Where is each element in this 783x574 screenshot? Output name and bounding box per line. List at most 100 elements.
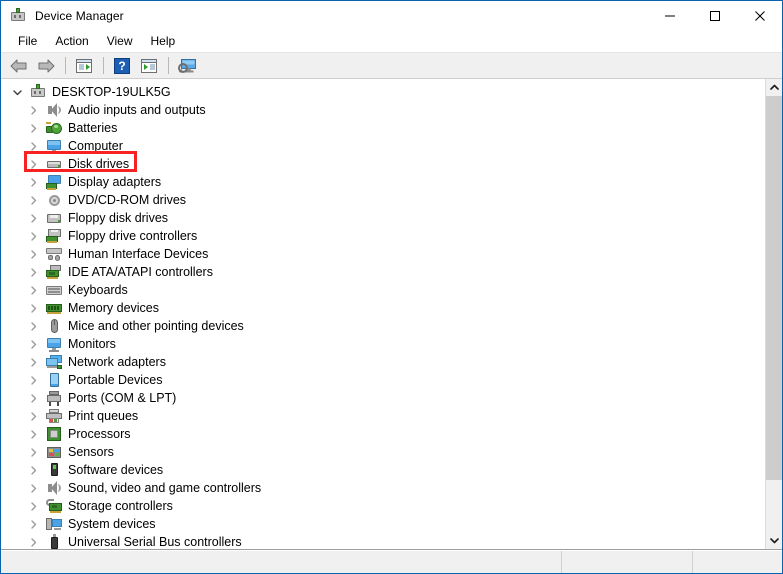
chevron-right-icon[interactable] xyxy=(25,102,41,118)
tree-item-audio-inputs-and-outputs[interactable]: Audio inputs and outputs xyxy=(1,101,765,119)
software-device-icon xyxy=(46,462,62,478)
floppy-disk-icon xyxy=(46,210,62,226)
tree-item-portable-devices[interactable]: Portable Devices xyxy=(1,371,765,389)
tree-item-label: Keyboards xyxy=(68,283,128,297)
device-tree[interactable]: DESKTOP-19ULK5G Audio inputs and outputs… xyxy=(1,79,765,549)
battery-icon xyxy=(46,120,62,136)
chevron-right-icon[interactable] xyxy=(25,246,41,262)
menu-item-action[interactable]: Action xyxy=(46,32,97,51)
tree-item-label: Print queues xyxy=(68,409,139,423)
tree-item-human-interface-devices[interactable]: Human Interface Devices xyxy=(1,245,765,263)
chevron-right-icon[interactable] xyxy=(25,210,41,226)
tree-item-label: Computer xyxy=(68,139,123,153)
chevron-right-icon[interactable] xyxy=(25,354,41,370)
chevron-right-icon[interactable] xyxy=(25,426,41,442)
tree-item-ide-ata-atapi-controllers[interactable]: IDE ATA/ATAPI controllers xyxy=(1,263,765,281)
chevron-right-icon[interactable] xyxy=(25,228,41,244)
tree-root-node[interactable]: DESKTOP-19ULK5G xyxy=(1,83,765,101)
tree-item-label: Storage controllers xyxy=(68,499,173,513)
tree-item-keyboards[interactable]: Keyboards xyxy=(1,281,765,299)
mouse-icon xyxy=(46,318,62,334)
chevron-right-icon[interactable] xyxy=(25,462,41,478)
sensor-icon xyxy=(46,444,62,460)
tree-item-disk-drives[interactable]: Disk drives xyxy=(1,155,765,173)
chevron-right-icon[interactable] xyxy=(25,408,41,424)
scroll-up-button[interactable] xyxy=(766,79,782,96)
menu-item-view[interactable]: View xyxy=(98,32,142,51)
tree-item-display-adapters[interactable]: Display adapters xyxy=(1,173,765,191)
tree-item-label: Processors xyxy=(68,427,131,441)
chevron-right-icon[interactable] xyxy=(25,390,41,406)
menu-item-help[interactable]: Help xyxy=(142,32,185,51)
tree-item-label: Network adapters xyxy=(68,355,166,369)
tree-item-ports-com-and-lpt[interactable]: Ports (COM & LPT) xyxy=(1,389,765,407)
properties-icon[interactable] xyxy=(71,55,97,77)
monitor-icon xyxy=(46,336,62,352)
window-controls xyxy=(647,1,782,31)
back-arrow-icon[interactable] xyxy=(6,55,32,77)
chevron-right-icon[interactable] xyxy=(25,264,41,280)
tree-item-system-devices[interactable]: System devices xyxy=(1,515,765,533)
vertical-scrollbar[interactable] xyxy=(765,79,782,549)
tree-item-sensors[interactable]: Sensors xyxy=(1,443,765,461)
tree-item-network-adapters[interactable]: Network adapters xyxy=(1,353,765,371)
tree-item-label: Universal Serial Bus controllers xyxy=(68,535,242,549)
chevron-right-icon[interactable] xyxy=(25,120,41,136)
tree-item-label: Portable Devices xyxy=(68,373,163,387)
update-driver-icon[interactable] xyxy=(136,55,162,77)
chevron-right-icon[interactable] xyxy=(25,534,41,549)
tree-item-label: Monitors xyxy=(68,337,116,351)
computer-device-icon xyxy=(10,8,26,24)
status-bar xyxy=(1,550,782,573)
chevron-right-icon[interactable] xyxy=(25,516,41,532)
chevron-right-icon[interactable] xyxy=(25,192,41,208)
tree-item-dvd-cd-rom-drives[interactable]: DVD/CD-ROM drives xyxy=(1,191,765,209)
tree-item-processors[interactable]: Processors xyxy=(1,425,765,443)
scrollbar-track[interactable] xyxy=(766,96,782,532)
chevron-right-icon[interactable] xyxy=(25,336,41,352)
chevron-right-icon[interactable] xyxy=(25,444,41,460)
title-bar: Device Manager xyxy=(1,1,782,31)
scroll-down-button[interactable] xyxy=(766,532,782,549)
tree-item-software-devices[interactable]: Software devices xyxy=(1,461,765,479)
tree-item-universal-serial-bus-controllers[interactable]: Universal Serial Bus controllers xyxy=(1,533,765,549)
chevron-right-icon[interactable] xyxy=(25,156,41,172)
tree-item-floppy-drive-controllers[interactable]: Floppy drive controllers xyxy=(1,227,765,245)
toolbar-separator xyxy=(103,57,104,74)
scrollbar-thumb[interactable] xyxy=(766,96,782,480)
chevron-right-icon[interactable] xyxy=(25,282,41,298)
tree-item-batteries[interactable]: Batteries xyxy=(1,119,765,137)
tree-item-mice-and-other-pointing-devices[interactable]: Mice and other pointing devices xyxy=(1,317,765,335)
chevron-right-icon[interactable] xyxy=(25,138,41,154)
chevron-right-icon[interactable] xyxy=(25,318,41,334)
scan-hardware-changes-icon[interactable] xyxy=(174,55,200,77)
chevron-down-icon[interactable] xyxy=(9,84,25,100)
system-device-icon xyxy=(46,516,62,532)
port-connector-icon xyxy=(46,390,62,406)
close-button[interactable] xyxy=(737,1,782,31)
tree-item-floppy-disk-drives[interactable]: Floppy disk drives xyxy=(1,209,765,227)
forward-arrow-icon[interactable] xyxy=(33,55,59,77)
display-adapter-icon xyxy=(46,174,62,190)
computer-device-icon xyxy=(30,84,46,100)
chevron-right-icon[interactable] xyxy=(25,372,41,388)
tree-item-storage-controllers[interactable]: Storage controllers xyxy=(1,497,765,515)
tree-item-label: Sensors xyxy=(68,445,114,459)
maximize-button[interactable] xyxy=(692,1,737,31)
tree-item-monitors[interactable]: Monitors xyxy=(1,335,765,353)
chevron-right-icon[interactable] xyxy=(25,300,41,316)
portable-device-icon xyxy=(46,372,62,388)
tree-item-computer[interactable]: Computer xyxy=(1,137,765,155)
keyboard-icon xyxy=(46,282,62,298)
chevron-right-icon[interactable] xyxy=(25,498,41,514)
tree-item-memory-devices[interactable]: Memory devices xyxy=(1,299,765,317)
tree-item-print-queues[interactable]: Print queues xyxy=(1,407,765,425)
chevron-right-icon[interactable] xyxy=(25,480,41,496)
tree-item-label: DVD/CD-ROM drives xyxy=(68,193,187,207)
minimize-button[interactable] xyxy=(647,1,692,31)
chevron-right-icon[interactable] xyxy=(25,174,41,190)
menu-item-file[interactable]: File xyxy=(9,32,46,51)
tree-item-sound-video-and-game-controllers[interactable]: Sound, video and game controllers xyxy=(1,479,765,497)
help-icon[interactable]: ? xyxy=(109,55,135,77)
disk-drive-icon xyxy=(46,156,62,172)
